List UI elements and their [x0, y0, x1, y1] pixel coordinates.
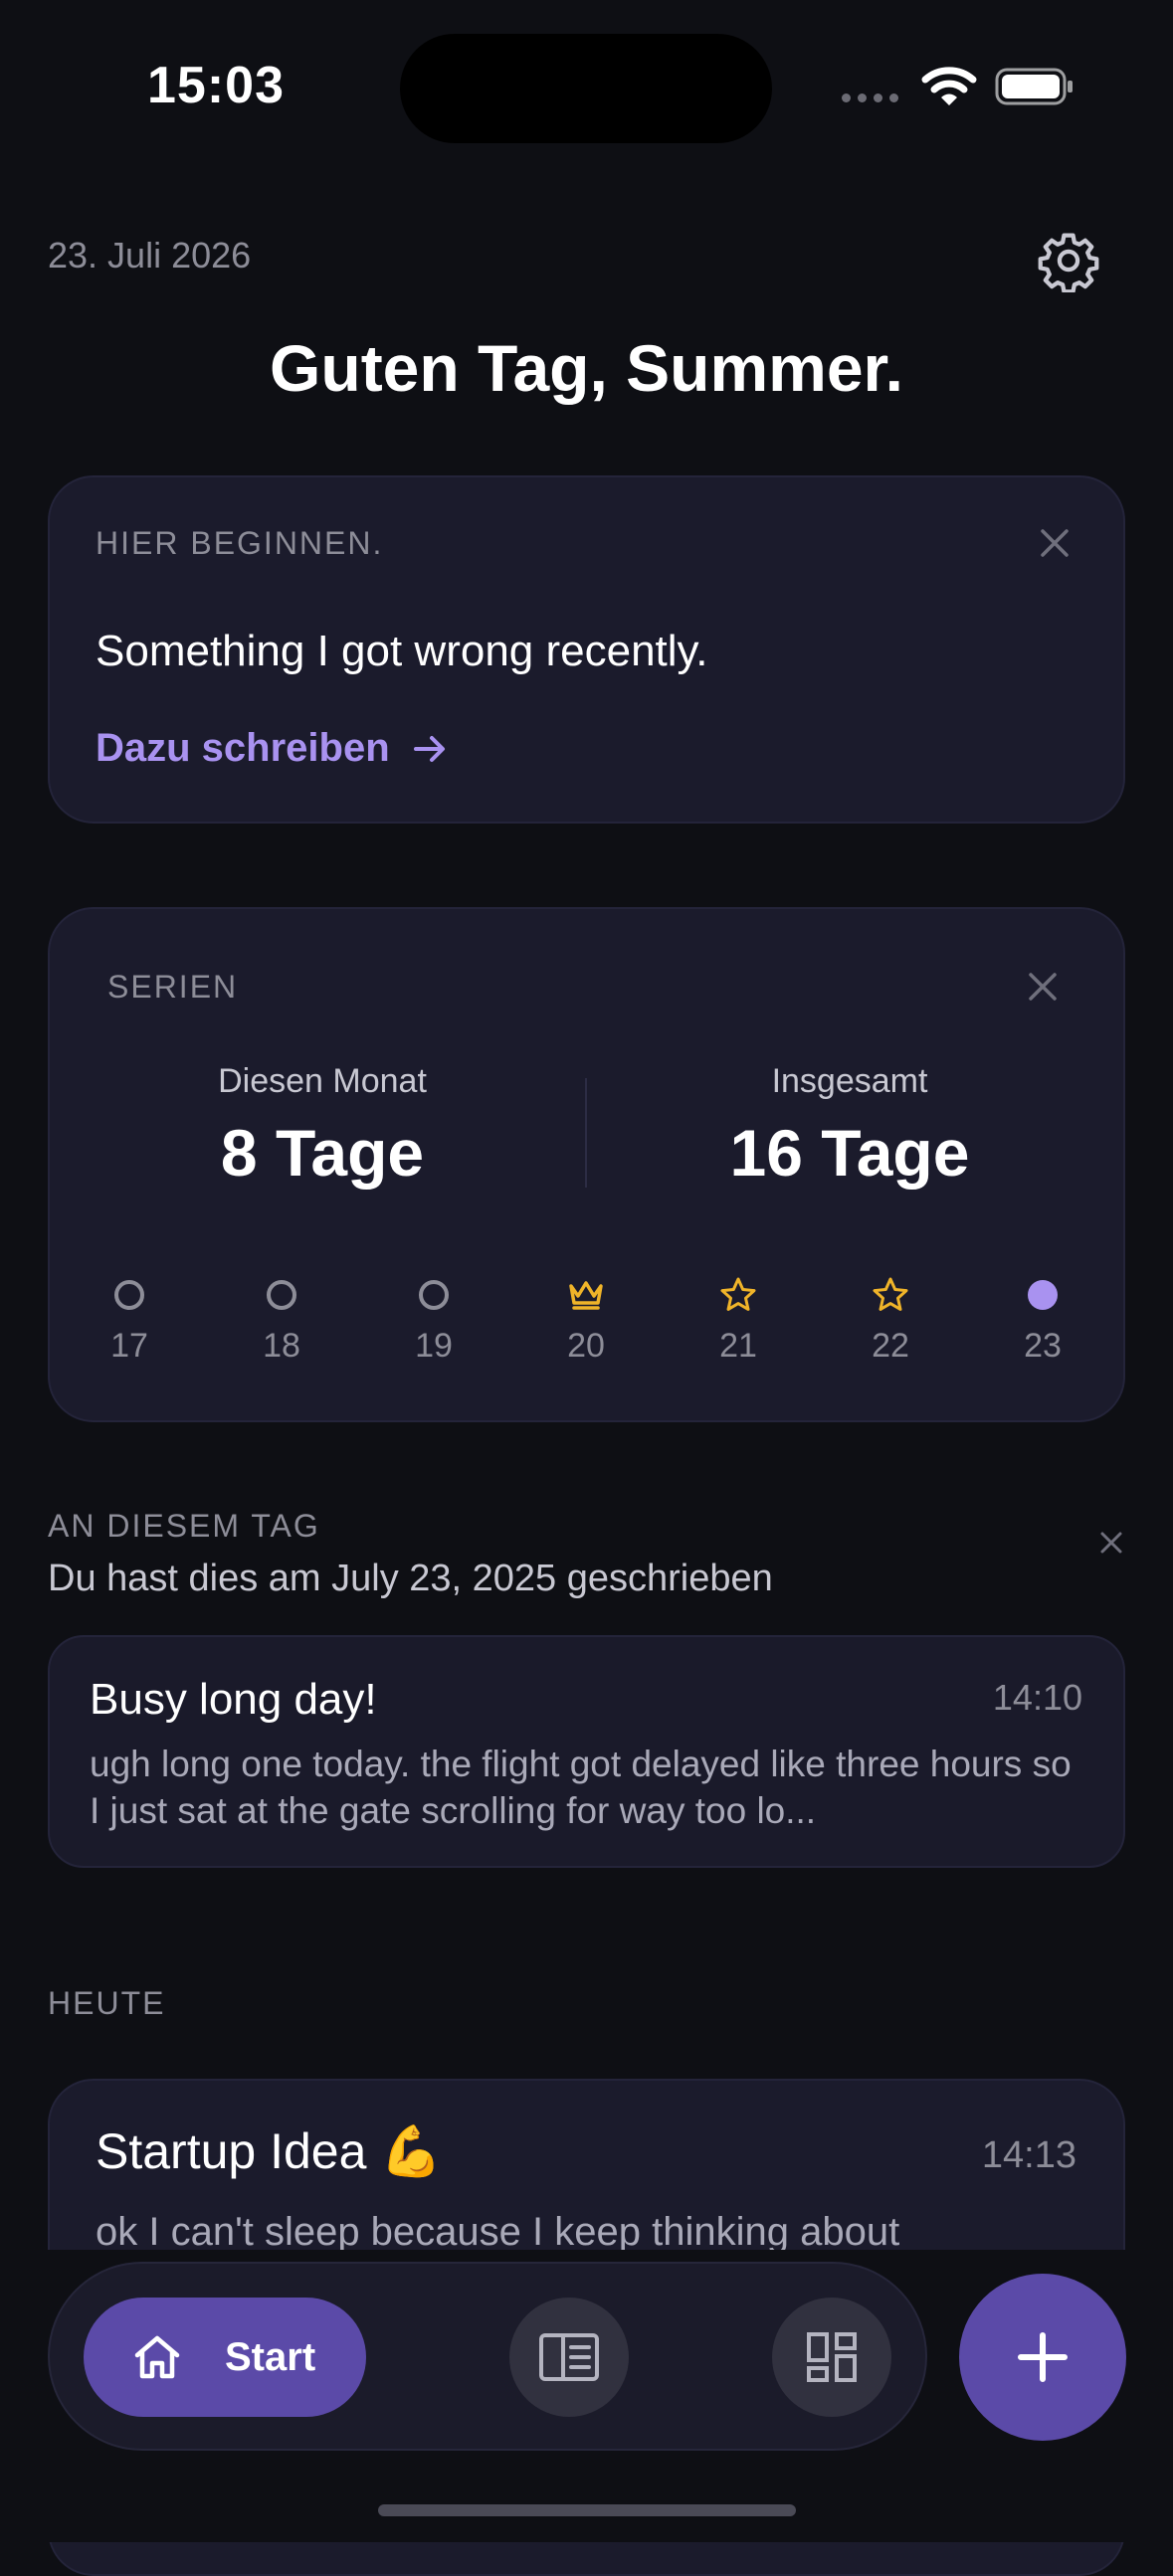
streak-day: 23 — [993, 1273, 1092, 1366]
prompt-text: Something I got wrong recently. — [96, 627, 708, 675]
star-icon — [873, 1277, 908, 1311]
streak-day: 19 — [384, 1273, 484, 1366]
home-icon — [134, 2335, 180, 2379]
on-this-day-subtitle: Du hast dies am July 23, 2025 geschriebe… — [48, 1558, 773, 1599]
today-entry-title: Startup Idea 💪 — [96, 2123, 443, 2179]
streak-day: 20 — [536, 1273, 636, 1366]
greeting-title: Guten Tag, Summer. — [270, 331, 903, 405]
past-entry-title: Busy long day! — [90, 1675, 377, 1724]
tab-home[interactable]: Start — [84, 2298, 366, 2417]
plus-icon — [1018, 2332, 1068, 2382]
filled-circle-icon — [1028, 1280, 1058, 1310]
month-streak: Diesen Monat 8 Tage — [103, 1062, 541, 1191]
today-entry-preview: ok I can't sleep because I keep thinking… — [96, 2210, 900, 2254]
day-number: 17 — [110, 1327, 148, 1365]
tab-journal[interactable] — [509, 2298, 629, 2417]
close-icon[interactable] — [1023, 967, 1063, 1007]
dynamic-island — [400, 34, 772, 143]
empty-circle-icon — [267, 1280, 296, 1310]
total-streak-label: Insgesamt — [771, 1062, 928, 1100]
write-about-label: Dazu schreiben — [96, 726, 390, 770]
day-number: 18 — [263, 1327, 300, 1365]
tab-dashboard[interactable] — [772, 2298, 891, 2417]
crown-icon — [569, 1281, 603, 1310]
streak-day: 17 — [80, 1273, 179, 1366]
status-time: 15:03 — [147, 57, 285, 114]
streak-day: 18 — [232, 1273, 331, 1366]
prompt-card-label: HIER BEGINNEN. — [96, 525, 384, 561]
close-icon[interactable] — [1035, 523, 1075, 563]
battery-icon — [995, 68, 1073, 105]
on-this-day-label: AN DIESEM TAG — [48, 1508, 320, 1544]
past-entry-time: 14:10 — [992, 1677, 1082, 1718]
new-entry-button[interactable] — [959, 2274, 1126, 2441]
day-number: 22 — [872, 1327, 909, 1365]
month-streak-value: 8 Tage — [220, 1116, 425, 1190]
empty-circle-icon — [419, 1280, 449, 1310]
total-streak-value: 16 Tage — [729, 1116, 970, 1190]
day-number: 19 — [415, 1327, 453, 1365]
day-number: 21 — [719, 1327, 757, 1365]
month-streak-label: Diesen Monat — [218, 1062, 427, 1100]
home-indicator — [378, 2504, 796, 2516]
current-date: 23. Juli 2026 — [48, 235, 252, 276]
today-label: HEUTE — [48, 1985, 166, 2021]
wifi-icon — [921, 67, 977, 105]
settings-gear-icon[interactable] — [1037, 229, 1100, 292]
streak-day: 22 — [841, 1273, 940, 1366]
empty-circle-icon — [114, 1280, 144, 1310]
star-icon — [720, 1277, 756, 1311]
write-about-link[interactable]: Dazu schreiben — [96, 726, 450, 771]
streaks-label: SERIEN — [107, 969, 239, 1005]
past-entry-preview: ugh long one today. the flight got delay… — [90, 1744, 1072, 1831]
streak-day: 21 — [688, 1273, 788, 1366]
close-icon[interactable] — [1096, 1528, 1126, 1558]
dashboard-grid-icon — [807, 2332, 857, 2382]
cellular-signal-icon — [842, 93, 898, 102]
today-entry-time: 14:13 — [981, 2134, 1076, 2176]
tab-home-label: Start — [225, 2334, 316, 2379]
total-streak: Insgesamt 16 Tage — [631, 1062, 1069, 1191]
day-number: 23 — [1024, 1327, 1062, 1365]
divider — [585, 1078, 587, 1188]
journal-icon — [539, 2333, 599, 2381]
day-number: 20 — [567, 1327, 605, 1365]
arrow-right-icon — [413, 735, 445, 762]
